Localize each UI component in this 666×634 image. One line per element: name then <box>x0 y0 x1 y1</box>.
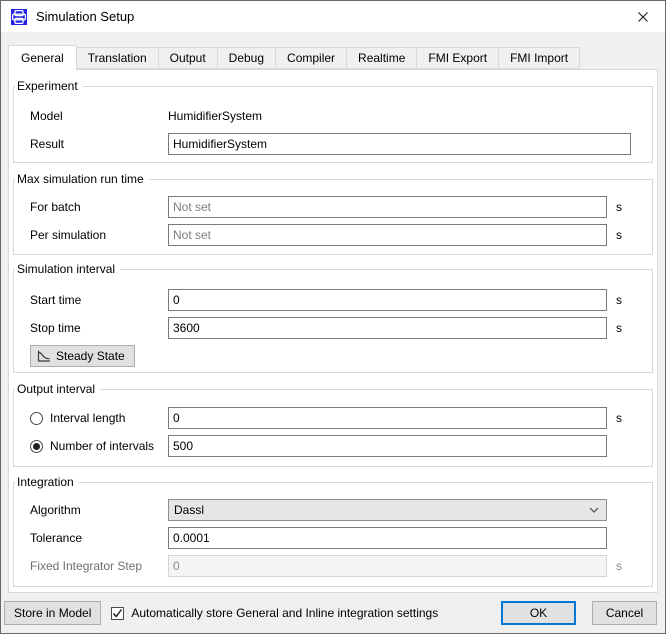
interval-length-row: Interval length s <box>30 404 631 432</box>
checkmark-icon <box>112 608 123 619</box>
number-of-intervals-row: Number of intervals <box>30 432 631 460</box>
max-run-time-group: Max simulation run time For batch s Per … <box>13 179 653 255</box>
max-run-time-caption: Max simulation run time <box>15 172 149 187</box>
stop-time-row: Stop time s <box>30 314 631 342</box>
footer-bar: Store in Model Automatically store Gener… <box>4 593 661 633</box>
stop-time-input[interactable] <box>168 317 607 339</box>
titlebar: Simulation Setup <box>1 1 665 32</box>
algorithm-value: Dassl <box>174 503 204 517</box>
stop-time-label: Stop time <box>30 321 168 335</box>
result-row: Result <box>30 130 631 158</box>
tolerance-row: Tolerance <box>30 524 631 552</box>
start-time-row: Start time s <box>30 286 631 314</box>
interval-length-label[interactable]: Interval length <box>50 411 125 425</box>
close-button[interactable] <box>620 1 665 32</box>
general-tab-page: Experiment Model HumidifierSystem Result… <box>8 69 658 593</box>
algorithm-row: Algorithm Dassl <box>30 496 631 524</box>
fixed-step-label: Fixed Integrator Step <box>30 559 168 573</box>
interval-length-radio[interactable] <box>30 412 43 425</box>
tab-fmi-import[interactable]: FMI Import <box>498 47 580 69</box>
interval-length-unit: s <box>607 411 631 425</box>
algorithm-dropdown[interactable]: Dassl <box>168 499 607 521</box>
per-simulation-row: Per simulation s <box>30 221 631 249</box>
ok-button[interactable]: OK <box>501 601 576 625</box>
model-value: HumidifierSystem <box>168 109 631 123</box>
fixed-step-input <box>168 555 607 577</box>
chevron-down-icon <box>589 507 599 513</box>
tab-fmi-export[interactable]: FMI Export <box>416 47 499 69</box>
result-label: Result <box>30 137 168 151</box>
tolerance-input[interactable] <box>168 527 607 549</box>
tab-output[interactable]: Output <box>158 47 218 69</box>
output-interval-group: Output interval Interval length s Number… <box>13 389 653 467</box>
per-simulation-input[interactable] <box>168 224 607 246</box>
dialog-body: General Translation Output Debug Compile… <box>1 32 665 633</box>
tolerance-label: Tolerance <box>30 531 168 545</box>
start-time-input[interactable] <box>168 289 607 311</box>
interval-length-input[interactable] <box>168 407 607 429</box>
for-batch-unit: s <box>607 200 631 214</box>
result-input[interactable] <box>168 133 631 155</box>
for-batch-row: For batch s <box>30 193 631 221</box>
number-of-intervals-radio[interactable] <box>30 440 43 453</box>
window-title: Simulation Setup <box>36 9 134 24</box>
per-simulation-unit: s <box>607 228 631 242</box>
steady-state-button[interactable]: Steady State <box>30 345 135 367</box>
tab-general[interactable]: General <box>8 45 77 70</box>
tab-bar: General Translation Output Debug Compile… <box>8 45 658 69</box>
steady-state-label: Steady State <box>56 349 125 363</box>
tab-realtime[interactable]: Realtime <box>346 47 417 69</box>
simulation-setup-dialog: Simulation Setup General Translation Out… <box>0 0 666 634</box>
fixed-step-row: Fixed Integrator Step s <box>30 552 631 580</box>
algorithm-label: Algorithm <box>30 503 168 517</box>
simulation-interval-caption: Simulation interval <box>15 262 120 277</box>
output-interval-caption: Output interval <box>15 382 100 397</box>
integration-caption: Integration <box>15 475 79 490</box>
tab-debug[interactable]: Debug <box>217 47 276 69</box>
per-simulation-label: Per simulation <box>30 228 168 242</box>
tab-compiler[interactable]: Compiler <box>275 47 347 69</box>
model-label: Model <box>30 109 168 123</box>
store-in-model-button[interactable]: Store in Model <box>4 601 101 625</box>
integration-group: Integration Algorithm Dassl Tolerance <box>13 482 653 587</box>
stop-time-unit: s <box>607 321 631 335</box>
dymola-simulation-icon <box>11 9 27 25</box>
cancel-button[interactable]: Cancel <box>592 601 657 625</box>
simulation-interval-group: Simulation interval Start time s Stop ti… <box>13 269 653 373</box>
experiment-group: Experiment Model HumidifierSystem Result <box>13 86 653 163</box>
number-of-intervals-input[interactable] <box>168 435 607 457</box>
start-time-unit: s <box>607 293 631 307</box>
for-batch-input[interactable] <box>168 196 607 218</box>
for-batch-label: For batch <box>30 200 168 214</box>
auto-store-checkbox[interactable] <box>111 607 124 620</box>
number-of-intervals-label[interactable]: Number of intervals <box>50 439 154 453</box>
start-time-label: Start time <box>30 293 168 307</box>
fixed-step-unit: s <box>607 559 631 573</box>
steady-state-plot-icon <box>36 350 51 363</box>
tab-translation[interactable]: Translation <box>76 47 159 69</box>
experiment-caption: Experiment <box>15 79 83 94</box>
auto-store-checkbox-label[interactable]: Automatically store General and Inline i… <box>131 606 438 620</box>
model-row: Model HumidifierSystem <box>30 102 631 130</box>
close-icon <box>637 11 649 23</box>
